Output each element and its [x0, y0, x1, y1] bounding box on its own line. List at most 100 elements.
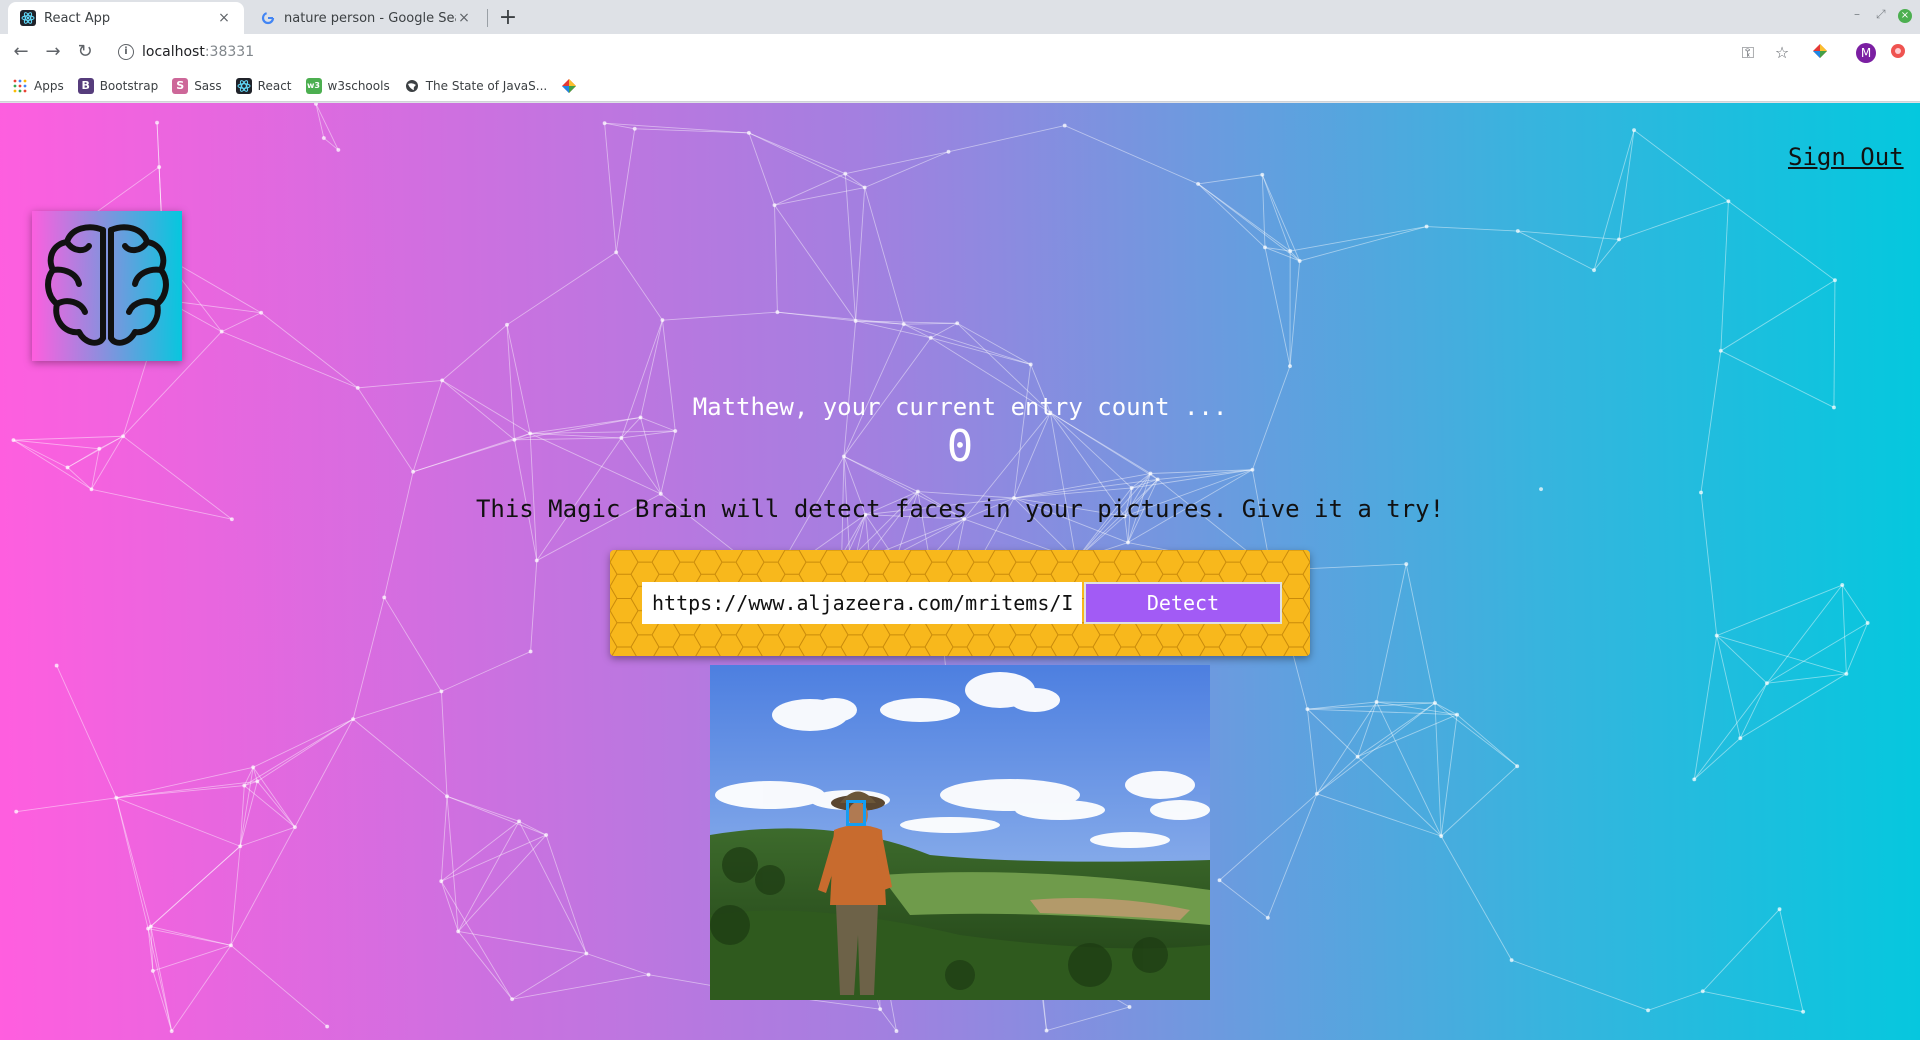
- site-info-icon[interactable]: i: [118, 44, 134, 60]
- particle-link: [1064, 125, 1199, 185]
- particle-link: [903, 323, 1031, 365]
- tab-google-search[interactable]: nature person - Google Search ×: [248, 2, 484, 34]
- particle-link: [357, 379, 443, 389]
- bookmark-w3schools[interactable]: w3 w3schools: [305, 77, 390, 94]
- particle-link: [352, 718, 448, 797]
- particle-node: [1044, 1028, 1049, 1033]
- particle-node: [169, 1029, 174, 1034]
- extension-red-icon[interactable]: [1888, 43, 1908, 63]
- particle-node: [54, 663, 59, 668]
- bookmark-react[interactable]: React: [235, 77, 292, 94]
- particle-node: [517, 819, 522, 824]
- particle-node: [1632, 128, 1637, 133]
- key-icon[interactable]: ⚿: [1738, 43, 1758, 63]
- bookmark-extension[interactable]: [561, 78, 583, 94]
- particle-node: [1840, 582, 1845, 588]
- particle-node: [1509, 958, 1514, 963]
- app-tagline: This Magic Brain will detect faces in yo…: [475, 495, 1445, 523]
- particle-link: [315, 103, 325, 139]
- particle-link: [441, 324, 508, 381]
- particle-node: [382, 595, 387, 600]
- particle-link: [252, 718, 354, 768]
- react-favicon-icon: [20, 10, 36, 26]
- tab-close-icon[interactable]: ×: [216, 10, 232, 26]
- particle-link: [1456, 714, 1518, 767]
- image-url-input[interactable]: [642, 582, 1082, 624]
- particle-link: [903, 322, 958, 325]
- particle-node: [1692, 777, 1697, 782]
- particle-link: [1647, 990, 1703, 1011]
- particle-node: [114, 795, 119, 800]
- particle-link: [239, 767, 254, 847]
- particle-node: [355, 385, 360, 390]
- particle-link: [748, 132, 865, 188]
- bookmark-label: w3schools: [327, 78, 390, 93]
- new-tab-button[interactable]: +: [494, 5, 522, 33]
- particle-node: [1515, 764, 1520, 769]
- particle-node: [1439, 834, 1444, 839]
- bookmark-bootstrap[interactable]: B Bootstrap: [77, 77, 158, 94]
- bookmark-star-icon[interactable]: ☆: [1772, 43, 1792, 63]
- particle-link: [1307, 701, 1377, 710]
- particle-link: [1357, 756, 1442, 837]
- particle-node: [1865, 620, 1870, 626]
- profile-avatar[interactable]: M: [1856, 43, 1876, 63]
- particle-link: [864, 151, 949, 188]
- particle-link: [1841, 585, 1847, 674]
- tab-react-app[interactable]: React App ×: [8, 2, 244, 34]
- sign-out-link[interactable]: Sign Out: [1788, 143, 1904, 171]
- particle-node: [775, 310, 780, 315]
- particle-link: [1779, 909, 1804, 1012]
- particle-link: [1316, 701, 1377, 795]
- particle-link: [56, 665, 117, 799]
- particle-link: [446, 796, 459, 932]
- particle-node: [1305, 707, 1310, 712]
- particle-link: [115, 797, 152, 927]
- particle-node: [528, 649, 533, 654]
- particle-link: [844, 173, 857, 321]
- particle-node: [1287, 364, 1293, 369]
- particle-node: [321, 135, 326, 141]
- particle-node: [534, 558, 539, 563]
- particle-link: [604, 123, 617, 253]
- particle-node: [1125, 540, 1131, 545]
- particle-node: [157, 165, 162, 170]
- particle-node: [843, 171, 848, 176]
- particle-link: [586, 953, 649, 976]
- particle-node: [1844, 671, 1849, 676]
- bookmark-sass[interactable]: S Sass: [172, 77, 222, 94]
- brain-logo[interactable]: [32, 211, 182, 361]
- particle-link: [315, 103, 339, 151]
- back-button[interactable]: ←: [8, 39, 34, 65]
- app-page: Sign Out Matthew, your current entry cou…: [0, 103, 1920, 1040]
- tab-close-icon[interactable]: ×: [456, 10, 472, 26]
- particle-node: [1265, 915, 1270, 920]
- particle-node: [1832, 278, 1837, 283]
- particle-node: [1455, 712, 1460, 717]
- particle-node: [928, 335, 933, 340]
- detect-button[interactable]: Detect: [1084, 582, 1282, 624]
- particle-link: [1720, 279, 1836, 352]
- particle-link: [1046, 1006, 1130, 1032]
- particle-link: [1289, 260, 1301, 367]
- particle-node: [1297, 258, 1302, 264]
- reload-button[interactable]: ↻: [72, 39, 98, 65]
- bookmark-apps[interactable]: Apps: [12, 78, 64, 94]
- url-host: localhost: [142, 44, 205, 60]
- particle-node: [915, 489, 920, 494]
- particle-link: [116, 780, 258, 799]
- particle-link: [864, 187, 905, 325]
- maximize-icon[interactable]: ⤢: [1876, 7, 1886, 22]
- address-bar[interactable]: i localhost :38331: [108, 38, 1720, 66]
- window-close-icon[interactable]: ×: [1898, 9, 1912, 23]
- forward-button[interactable]: →: [40, 39, 66, 65]
- particle-node: [1591, 268, 1597, 273]
- bookmark-state-of-js[interactable]: The State of JavaS...: [404, 78, 547, 94]
- particle-link: [1219, 793, 1318, 881]
- particle-link: [1267, 793, 1318, 918]
- particle-link: [457, 931, 513, 1000]
- bootstrap-icon: B: [77, 77, 94, 94]
- particle-link: [1316, 702, 1436, 795]
- extension-icon[interactable]: [1810, 43, 1830, 63]
- minimize-icon[interactable]: –: [1854, 7, 1860, 21]
